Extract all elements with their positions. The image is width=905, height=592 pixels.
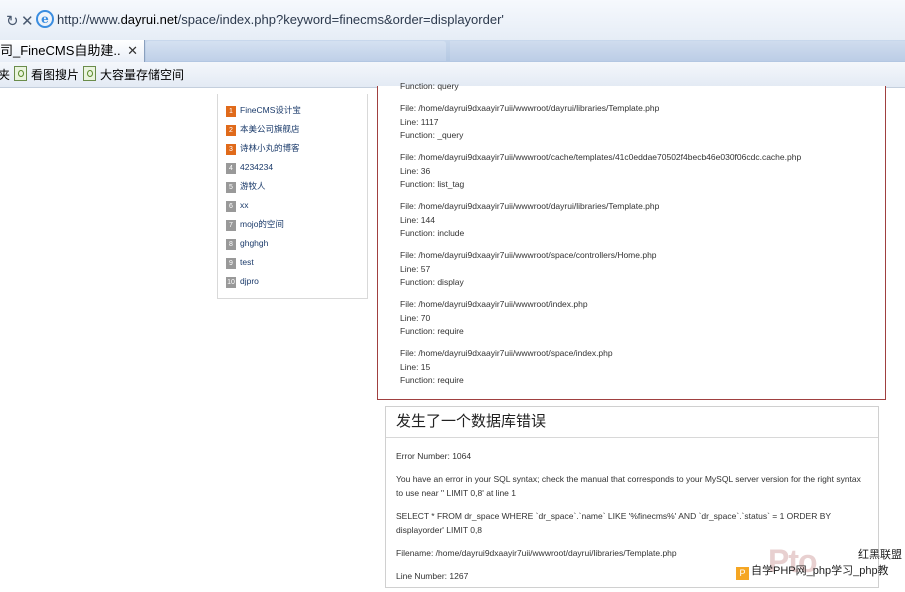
rank-badge: 1 [226, 106, 236, 117]
php-error-backtrace: Function: query File: /home/dayrui9dxaay… [377, 81, 886, 400]
backtrace-block: File: /home/dayrui9dxaayir7uii/wwwroot/d… [400, 102, 801, 143]
rank-badge: 7 [226, 220, 236, 231]
rank-badge: 3 [226, 144, 236, 155]
trace-function: Function: require [400, 375, 464, 385]
list-item-link[interactable]: mojo的空间 [240, 219, 284, 229]
tab-strip: 司_FineCMS自助建... ✕ [0, 40, 905, 63]
tab-active[interactable]: 司_FineCMS自助建... ✕ [0, 40, 145, 62]
trace-function: Function: require [400, 326, 464, 336]
list-item-link[interactable]: 游牧人 [240, 181, 266, 191]
rank-badge: 8 [226, 239, 236, 250]
url-domain: dayrui.net [120, 12, 178, 27]
trace-function: Function: display [400, 277, 464, 287]
watermark-top-text: 红黑联盟 [858, 549, 902, 561]
trace-line: Line: 144 [400, 214, 435, 225]
trace-line: Line: 57 [400, 263, 431, 274]
list-item-link[interactable]: ghghgh [240, 238, 268, 248]
trace-line: Line: 36 [400, 165, 431, 176]
list-item[interactable]: 6 xx [226, 199, 301, 218]
rank-badge: 4 [226, 163, 236, 174]
trace-line: Line: 70 [400, 312, 431, 323]
trace-line: Line: 15 [400, 361, 431, 372]
rank-badge: 10 [226, 277, 236, 288]
url-path: /space/index.php?keyword=finecms&order=d… [177, 12, 504, 27]
error-sql: SELECT * FROM dr_space WHERE `dr_space`.… [396, 511, 831, 535]
trace-file: File: /home/dayrui9dxaayir7uii/wwwroot/d… [400, 201, 660, 211]
favorite-label: 大容量存储空间 [100, 68, 185, 82]
tab-title: 司_FineCMS自助建... [0, 43, 120, 58]
error-number: Error Number: 1064 [396, 451, 472, 461]
page-icon [14, 66, 27, 81]
rank-badge: 2 [226, 125, 236, 136]
list-item[interactable]: 1 FineCMS设计宝 [226, 104, 301, 123]
address-bar: ↻ ✕ e http://www.dayrui.net/space/index.… [0, 0, 905, 41]
list-item-link[interactable]: djpro [240, 276, 259, 286]
trace-function: Function: _query [400, 130, 464, 140]
watermark-p-icon: P [736, 567, 749, 580]
backtrace-block: File: /home/dayrui9dxaayir7uii/wwwroot/d… [400, 200, 801, 241]
backtrace-first: Function: query [400, 81, 459, 91]
space-ranking-box: 1 FineCMS设计宝 2 本美公司旗舰店 3 诗林小丸的博客 4 4234234 5… [217, 94, 368, 299]
list-item-link[interactable]: xx [240, 200, 249, 210]
list-item[interactable]: 10 djpro [226, 275, 301, 294]
tab-inactive[interactable] [146, 41, 446, 61]
backtrace-block: File: /home/dayrui9dxaayir7uii/wwwroot/c… [400, 151, 801, 192]
close-tab-icon[interactable]: ✕ [127, 40, 138, 62]
favorites-label-fragment[interactable]: 夹 [0, 66, 10, 83]
backtrace-block: File: /home/dayrui9dxaayir7uii/wwwroot/s… [400, 347, 801, 388]
page-icon [83, 66, 96, 81]
favorite-label: 看图搜片 [31, 68, 80, 82]
watermark-bottom: P 自学PHP网_php学习_php教 [736, 562, 889, 580]
trace-file: File: /home/dayrui9dxaayir7uii/wwwroot/s… [400, 348, 613, 358]
list-item-link[interactable]: test [240, 257, 254, 267]
list-item[interactable]: 2 本美公司旗舰店 [226, 123, 301, 142]
url-field[interactable]: http://www.dayrui.net/space/index.php?ke… [57, 12, 504, 27]
list-item-link[interactable]: 4234234 [240, 162, 273, 172]
list-item-link[interactable]: FineCMS设计宝 [240, 105, 301, 115]
refresh-icon[interactable]: ↻ [6, 12, 19, 30]
trace-line: Line: 1117 [400, 116, 439, 127]
favorite-item-storage[interactable]: 大容量存储空间 [83, 66, 184, 83]
error-message: You have an error in your SQL syntax; ch… [396, 474, 861, 498]
backtrace-list: Function: query File: /home/dayrui9dxaay… [400, 80, 801, 396]
list-item[interactable]: 4 4234234 [226, 161, 301, 180]
ie-page-icon: e [36, 10, 54, 28]
list-item[interactable]: 8 ghghgh [226, 237, 301, 256]
trace-file: File: /home/dayrui9dxaayir7uii/wwwroot/s… [400, 250, 657, 260]
database-error-title: 发生了一个数据库错误 [386, 407, 878, 438]
stop-icon[interactable]: ✕ [21, 12, 34, 30]
trace-function: Function: list_tag [400, 179, 465, 189]
database-error-heading: 发生了一个数据库错误 [396, 413, 547, 430]
list-item[interactable]: 5 游牧人 [226, 180, 301, 199]
rank-badge: 9 [226, 258, 236, 269]
url-prefix: http://www. [57, 12, 121, 27]
trace-function: Function: include [400, 228, 465, 238]
list-item[interactable]: 3 诗林小丸的博客 [226, 142, 301, 161]
tab-strip-empty [450, 41, 905, 61]
favorite-item-kantu[interactable]: 看图搜片 [14, 66, 79, 83]
rank-badge: 6 [226, 201, 236, 212]
list-item[interactable]: 7 mojo的空间 [226, 218, 301, 237]
watermark-bottom-text: 自学PHP网_php学习_php教 [751, 565, 889, 577]
list-item-link[interactable]: 本美公司旗舰店 [240, 124, 300, 134]
backtrace-block: File: /home/dayrui9dxaayir7uii/wwwroot/s… [400, 249, 801, 290]
backtrace-block: File: /home/dayrui9dxaayir7uii/wwwroot/i… [400, 298, 801, 339]
trace-file: File: /home/dayrui9dxaayir7uii/wwwroot/d… [400, 103, 660, 113]
page-content: 1 FineCMS设计宝 2 本美公司旗舰店 3 诗林小丸的博客 4 4234234 5… [0, 81, 905, 588]
trace-file: File: /home/dayrui9dxaayir7uii/wwwroot/i… [400, 299, 588, 309]
list-item-link[interactable]: 诗林小丸的博客 [240, 143, 300, 153]
list-item[interactable]: 9 test [226, 256, 301, 275]
trace-file: File: /home/dayrui9dxaayir7uii/wwwroot/c… [400, 152, 802, 162]
rank-badge: 5 [226, 182, 236, 193]
space-list: 1 FineCMS设计宝 2 本美公司旗舰店 3 诗林小丸的博客 4 4234234 5… [226, 104, 301, 294]
